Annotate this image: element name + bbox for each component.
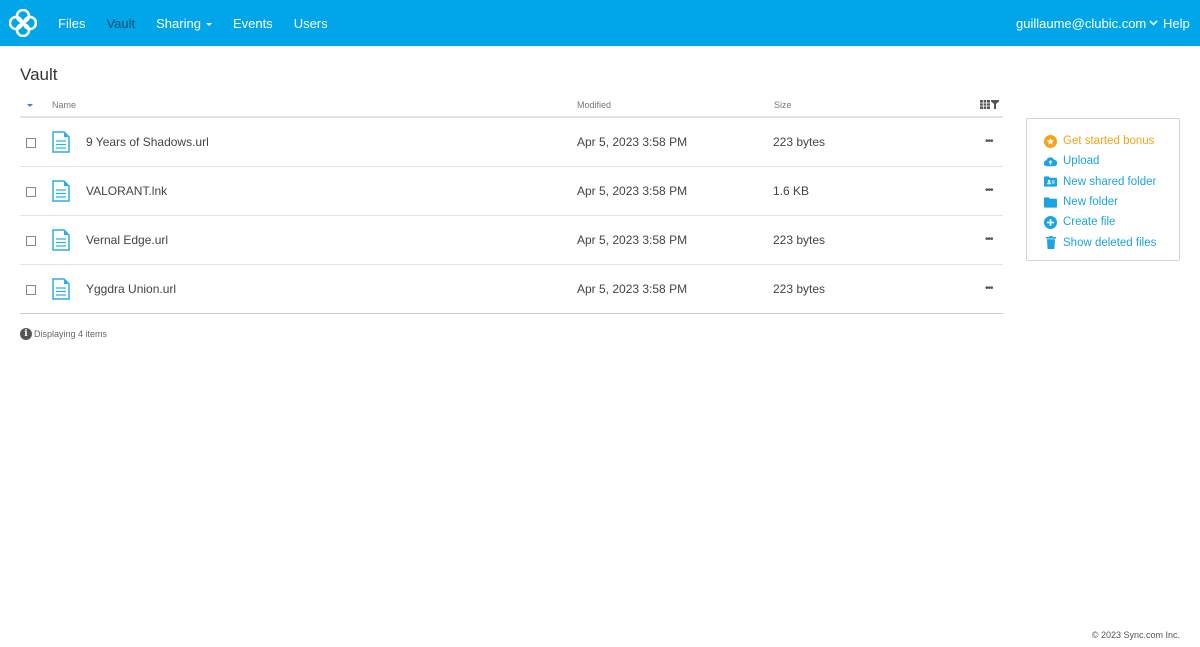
nav-files[interactable]: Files [58,16,85,31]
top-navigation-bar: Files Vault Sharing Events Users guillau… [0,0,1200,46]
help-label: Help [1163,15,1190,31]
more-options-button[interactable]: ••• [985,185,993,196]
footer-copyright: © 2023 Sync.com Inc. [1091,630,1180,640]
user-menu[interactable]: guillaume@clubic.com [1016,0,1158,46]
file-name[interactable]: VALORANT.lnk [86,184,167,198]
nav-sharing[interactable]: Sharing [156,16,212,31]
nav-events-label: Events [232,15,273,31]
row-checkbox[interactable] [26,187,36,197]
file-name[interactable]: Yggdra Union.url [86,282,176,296]
row-checkbox[interactable] [26,138,36,148]
action-label: Show deleted files [1063,236,1157,249]
table-row[interactable]: Vernal Edge.url Apr 5, 2023 3:58 PM 223 … [20,216,1003,265]
file-size: 223 bytes [773,135,826,149]
file-size: 1.6 KB [773,184,810,198]
row-checkbox[interactable] [26,236,36,246]
grid-view-icon[interactable] [980,100,990,109]
info-icon: i [20,328,32,340]
document-icon [52,278,70,300]
cloud-upload-icon [1044,155,1057,168]
file-table: Name Modified Size 9 Years of Shadows.ur… [20,96,1003,314]
create-file-button[interactable]: Create file [1027,212,1179,232]
plus-circle-icon [1044,215,1057,229]
document-icon [52,131,70,153]
folder-icon [1044,196,1057,209]
file-size: 223 bytes [773,282,826,296]
nav-users-label: Users [293,15,328,31]
column-header-name[interactable]: Name [52,100,76,110]
action-label: Upload [1063,155,1100,168]
file-size: 223 bytes [773,233,826,247]
column-header-modified[interactable]: Modified [577,100,611,110]
main-nav: Files Vault Sharing Events Users [58,0,349,46]
shared-folder-icon [1044,175,1057,188]
nav-files-label: Files [58,15,86,31]
status-text: Displaying 4 items [34,329,108,339]
new-shared-folder-button[interactable]: New shared folder [1027,172,1179,192]
status-bar: i Displaying 4 items [20,328,107,340]
file-name[interactable]: 9 Years of Shadows.url [86,135,209,149]
sort-caret-icon[interactable] [27,104,33,107]
file-modified: Apr 5, 2023 3:58 PM [577,184,688,198]
file-name[interactable]: Vernal Edge.url [86,233,168,247]
sync-logo-icon[interactable] [9,9,37,37]
star-circle-icon [1044,134,1057,148]
filter-icon[interactable] [991,100,999,109]
nav-events[interactable]: Events [233,16,273,31]
nav-users[interactable]: Users [294,16,328,31]
actions-panel: Get started bonus Upload New shared fold… [1026,118,1180,261]
more-options-button[interactable]: ••• [985,283,993,294]
row-checkbox[interactable] [26,285,36,295]
file-modified: Apr 5, 2023 3:58 PM [577,135,688,149]
nav-vault[interactable]: Vault [106,16,135,31]
column-tools [980,100,999,109]
chevron-down-icon [1149,20,1158,26]
action-label: New shared folder [1063,175,1157,188]
document-icon [52,229,70,251]
document-icon [52,180,70,202]
column-header-size[interactable]: Size [774,100,792,110]
table-row[interactable]: VALORANT.lnk Apr 5, 2023 3:58 PM 1.6 KB … [20,167,1003,216]
user-email: guillaume@clubic.com [1016,15,1147,31]
more-options-button[interactable]: ••• [985,234,993,245]
more-options-button[interactable]: ••• [985,136,993,147]
caret-down-icon [205,22,212,26]
file-modified: Apr 5, 2023 3:58 PM [577,233,688,247]
upload-button[interactable]: Upload [1027,151,1179,171]
nav-sharing-label: Sharing [156,15,201,31]
page-title: Vault [20,65,58,84]
action-label: Get started bonus [1063,135,1155,148]
help-link[interactable]: Help [1163,0,1190,46]
action-label: Create file [1063,216,1116,229]
nav-vault-label: Vault [106,15,136,31]
trash-icon [1044,236,1057,250]
action-label: New folder [1063,196,1118,209]
table-row[interactable]: Yggdra Union.url Apr 5, 2023 3:58 PM 223… [20,265,1003,314]
get-started-bonus-button[interactable]: Get started bonus [1027,131,1179,151]
table-header: Name Modified Size [20,96,1003,118]
file-modified: Apr 5, 2023 3:58 PM [577,282,688,296]
show-deleted-files-button[interactable]: Show deleted files [1027,232,1179,252]
new-folder-button[interactable]: New folder [1027,192,1179,212]
table-row[interactable]: 9 Years of Shadows.url Apr 5, 2023 3:58 … [20,118,1003,167]
